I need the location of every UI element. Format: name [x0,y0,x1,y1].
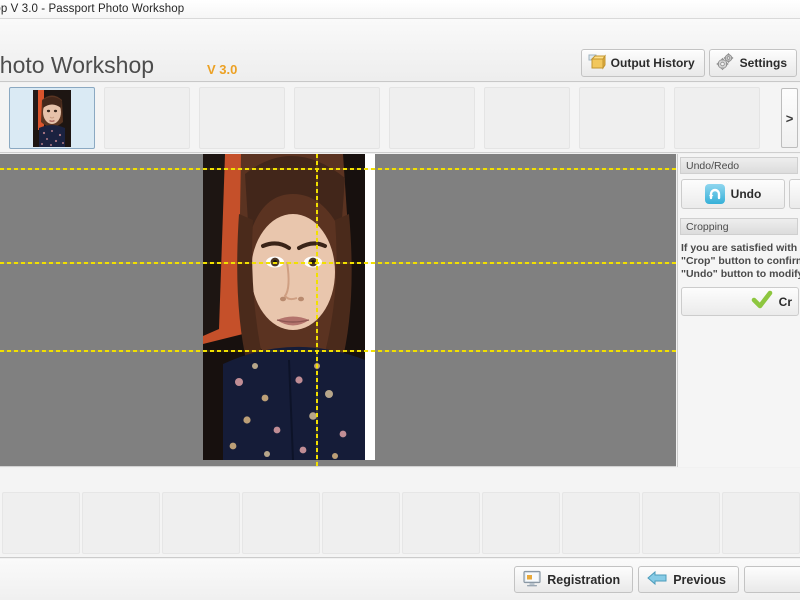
green-check-icon [751,290,773,313]
gears-icon [716,53,735,74]
photo-frame[interactable] [203,154,375,460]
undo-arrow-icon [705,184,725,204]
thumbnail-image [33,90,71,147]
header-button-group: Output History [581,49,797,77]
application-window: shop V 3.0 - Passport Photo Workshop rt … [0,0,800,600]
output-cell[interactable] [242,492,320,554]
photo-image [203,154,365,460]
crop-label: Cr [779,295,792,309]
output-cell[interactable] [722,492,800,554]
output-history-button[interactable]: Output History [581,49,705,77]
thumbnail-cell-empty[interactable] [579,87,665,149]
box-icon [588,53,606,74]
output-cell[interactable] [2,492,80,554]
app-header: rt Photo Workshop V 3.0 Output History [0,19,800,82]
next-button[interactable] [744,566,800,593]
thumbnail-cell-empty[interactable] [294,87,380,149]
settings-button[interactable]: Settings [709,49,797,77]
footer-bar: Registration Previous [0,559,800,600]
output-cell[interactable] [322,492,400,554]
tools-panel: Undo/Redo Undo Redo [677,154,800,467]
output-history-label: Output History [611,57,695,69]
footer-button-group: Registration Previous [514,566,800,593]
output-cell[interactable] [82,492,160,554]
photo-canvas[interactable] [0,154,676,467]
thumbnail-cell-selected[interactable] [9,87,95,149]
output-cell[interactable] [642,492,720,554]
settings-label: Settings [740,57,787,69]
guide-line-horizontal-chin [0,350,676,352]
redo-button[interactable]: Redo [789,179,800,209]
cropping-instructions-line-1: If you are satisfied with th [681,242,800,255]
cropping-instructions: If you are satisfied with th "Crop" butt… [681,242,800,281]
guide-line-vertical-center [316,154,318,467]
thumbnail-cell-empty[interactable] [674,87,760,149]
registration-label: Registration [547,573,620,587]
thumbnail-cell-empty[interactable] [484,87,570,149]
output-cell[interactable] [562,492,640,554]
crop-button-row: Cr [678,287,800,317]
version-label: V 3.0 [207,62,237,77]
previous-button[interactable]: Previous [638,566,739,593]
crop-button[interactable]: Cr [681,287,799,316]
guide-line-horizontal-top [0,168,676,170]
output-cell[interactable] [402,492,480,554]
thumbnail-scroll-next-button[interactable]: > [781,88,798,148]
guide-line-horizontal-eyes [0,262,676,264]
section-header-cropping: Cropping [680,218,798,235]
cropping-instructions-line-2: "Crop" button to confirm. [681,255,800,268]
thumbnail-cell-empty[interactable] [389,87,475,149]
window-title: shop V 3.0 - Passport Photo Workshop [0,3,184,15]
output-cell[interactable] [482,492,560,554]
thumbnail-cell-empty[interactable] [104,87,190,149]
output-cell[interactable] [162,492,240,554]
page-title: rt Photo Workshop [0,52,154,79]
previous-label: Previous [673,573,726,587]
left-arrow-icon [647,570,667,589]
title-bar: shop V 3.0 - Passport Photo Workshop [0,0,800,19]
thumbnail-cell-empty[interactable] [199,87,285,149]
cropping-instructions-line-3: "Undo" button to modify [681,268,800,281]
section-header-undo-redo: Undo/Redo [680,157,798,174]
thumbnail-strip[interactable] [0,83,800,153]
output-preview-strip[interactable] [0,468,800,558]
monitor-icon [523,570,541,590]
registration-button[interactable]: Registration [514,566,633,593]
undo-label: Undo [731,187,762,201]
undo-button[interactable]: Undo [681,179,785,209]
undo-redo-button-row: Undo Redo [678,179,800,211]
